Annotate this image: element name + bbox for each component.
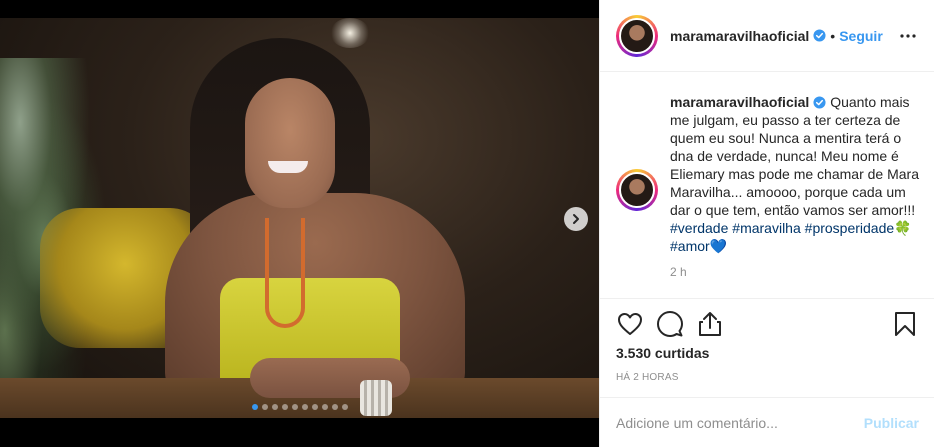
carousel-dot[interactable] xyxy=(321,404,328,410)
clover-emoji: 🍀 xyxy=(894,220,912,236)
header-username[interactable]: maramaravilhaoficial xyxy=(670,28,809,44)
hashtag-amor[interactable]: #amor xyxy=(670,238,710,254)
bookmark-icon xyxy=(895,312,915,336)
subject-bracelets xyxy=(360,380,392,416)
heart-icon xyxy=(618,313,642,335)
ellipsis-icon xyxy=(900,34,916,38)
carousel-dot[interactable] xyxy=(341,404,348,410)
header-separator: • xyxy=(830,27,836,44)
post-media xyxy=(0,0,599,447)
publish-comment-button[interactable]: Publicar xyxy=(864,415,919,431)
background-lamp xyxy=(330,18,370,48)
post-actions: 3.530 curtidas HÁ 2 HORAS xyxy=(600,298,934,383)
post-side-panel: maramaravilhaoficial • Seguir maramaravi… xyxy=(599,0,934,447)
blue-heart-emoji: 💙 xyxy=(709,238,728,254)
avatar[interactable] xyxy=(616,14,658,57)
caption-section: maramaravilhaoficial Quanto mais me julg… xyxy=(600,73,934,298)
verified-badge-icon xyxy=(813,29,826,42)
caption-text: maramaravilhaoficial Quanto mais me julg… xyxy=(670,93,919,255)
subject-smile xyxy=(268,161,308,173)
carousel-dot[interactable] xyxy=(281,404,288,410)
post-timestamp: HÁ 2 HORAS xyxy=(616,372,679,383)
carousel-next-button[interactable] xyxy=(564,207,588,231)
share-button[interactable] xyxy=(696,310,724,338)
subject-necklace xyxy=(265,218,305,328)
caption-avatar[interactable] xyxy=(616,169,658,211)
carousel-dot[interactable] xyxy=(251,404,258,410)
comment-form: Publicar xyxy=(600,397,934,447)
chevron-right-icon xyxy=(573,214,579,224)
caption-timestamp: 2 h xyxy=(670,265,687,279)
subject-face xyxy=(245,78,335,208)
carousel-indicator xyxy=(0,404,599,410)
caption-username[interactable]: maramaravilhaoficial xyxy=(670,94,809,110)
comment-button[interactable] xyxy=(656,310,684,338)
post-header: maramaravilhaoficial • Seguir xyxy=(600,0,934,72)
likes-count[interactable]: 3.530 curtidas xyxy=(616,345,919,361)
hashtag-prosperidade[interactable]: #prosperidade xyxy=(805,220,895,236)
save-button[interactable] xyxy=(891,310,919,338)
post-photo[interactable] xyxy=(0,18,599,418)
carousel-dot[interactable] xyxy=(301,404,308,410)
verified-badge-icon xyxy=(813,96,826,109)
hashtag-verdade[interactable]: #verdade xyxy=(670,220,728,236)
carousel-dot[interactable] xyxy=(271,404,278,410)
comment-input[interactable] xyxy=(616,414,864,431)
caption-body: Quanto mais me julgam, eu passo a ter ce… xyxy=(670,94,919,218)
follow-button[interactable]: Seguir xyxy=(839,28,883,44)
carousel-dot[interactable] xyxy=(331,404,338,410)
more-options-button[interactable] xyxy=(898,26,918,46)
instagram-post: maramaravilhaoficial • Seguir maramaravi… xyxy=(0,0,934,447)
comment-icon xyxy=(657,311,683,337)
carousel-dot[interactable] xyxy=(311,404,318,410)
hashtag-maravilha[interactable]: #maravilha xyxy=(732,220,800,236)
share-icon xyxy=(699,312,721,336)
carousel-dot[interactable] xyxy=(261,404,268,410)
carousel-dot[interactable] xyxy=(291,404,298,410)
like-button[interactable] xyxy=(616,310,644,338)
